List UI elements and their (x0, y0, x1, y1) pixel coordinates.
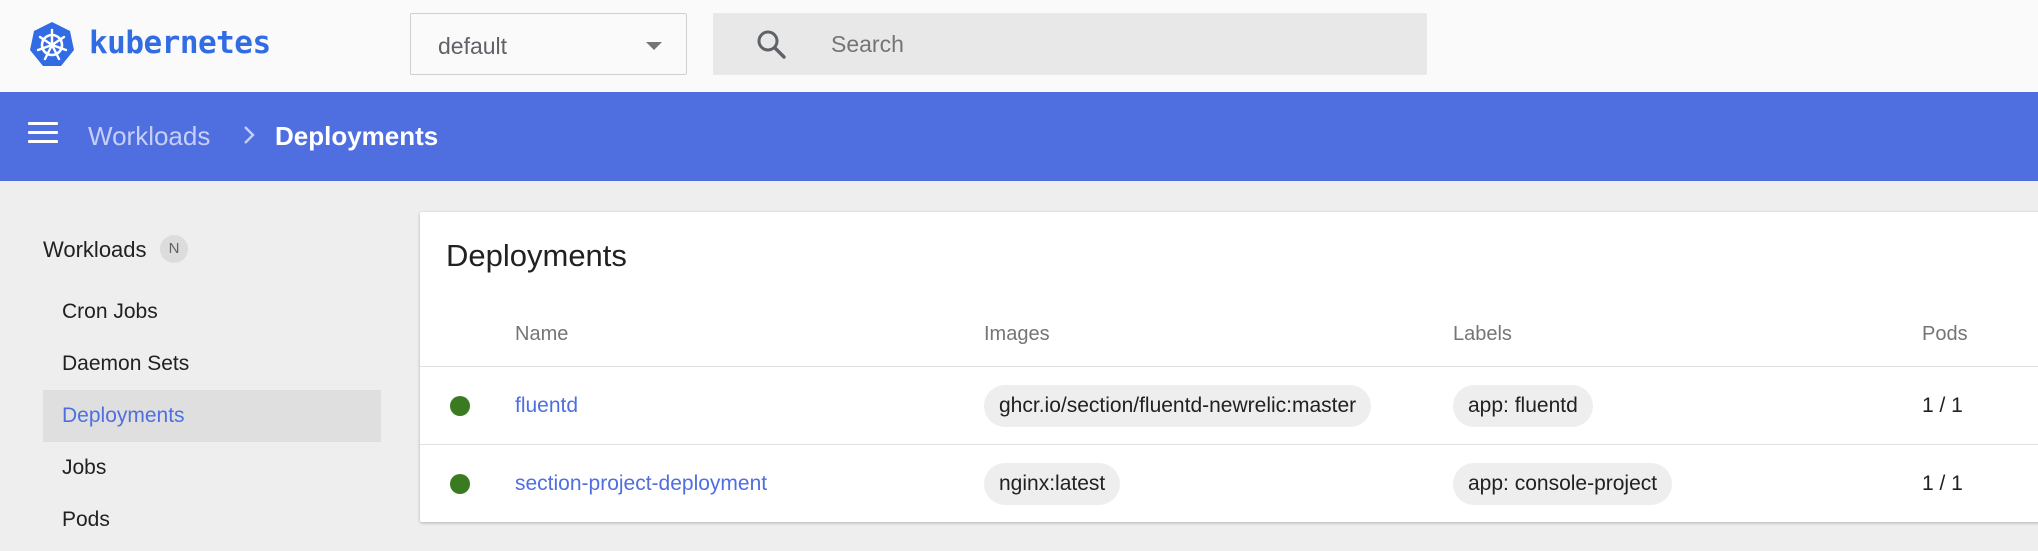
deployments-card: Deployments Name Images Labels Pods flue… (420, 212, 2038, 522)
chevron-down-icon (646, 42, 662, 50)
image-chip: nginx:latest (984, 463, 1121, 505)
image-chip: ghcr.io/section/fluentd-newrelic:master (984, 385, 1372, 427)
search-input[interactable] (831, 27, 1391, 61)
namespace-value: default (438, 33, 508, 59)
namespaced-badge: N (160, 235, 188, 263)
sidebar-item-jobs[interactable]: Jobs (43, 442, 381, 494)
sidebar-item-cron-jobs[interactable]: Cron Jobs (43, 286, 381, 338)
search-icon (757, 30, 786, 59)
column-header-images: Images (984, 323, 1050, 345)
pods-count: 1 / 1 (1922, 472, 1963, 495)
card-title: Deployments (446, 238, 627, 273)
label-chip: app: fluentd (1453, 385, 1593, 427)
namespace-select[interactable]: default (410, 13, 687, 75)
status-running-icon (450, 396, 470, 416)
sidebar-heading[interactable]: Workloads (43, 237, 147, 263)
sidebar-item-deployments[interactable]: Deployments (43, 390, 381, 442)
pods-count: 1 / 1 (1922, 394, 1963, 417)
column-header-labels: Labels (1453, 323, 1512, 345)
breadcrumb-current: Deployments (275, 121, 439, 151)
breadcrumb-workloads[interactable]: Workloads (88, 121, 210, 152)
brand-name[interactable]: kubernetes (89, 25, 271, 61)
chevron-right-icon (244, 126, 255, 144)
sidebar-item-pods[interactable]: Pods (43, 494, 381, 546)
column-header-name[interactable]: Name (515, 323, 568, 346)
kubernetes-logo-icon[interactable] (28, 20, 76, 68)
deployment-name-link[interactable]: section-project-deployment (515, 472, 767, 496)
deployment-name-link[interactable]: fluentd (515, 394, 578, 418)
sidebar-item-daemon-sets[interactable]: Daemon Sets (43, 338, 381, 390)
table-row: fluentd ghcr.io/section/fluentd-newrelic… (420, 366, 2038, 444)
table-row: section-project-deployment nginx:latest … (420, 444, 2038, 522)
search-box[interactable] (713, 13, 1427, 75)
page-header: Workloads Deployments (0, 92, 2038, 181)
status-running-icon (450, 474, 470, 494)
menu-icon[interactable] (28, 122, 58, 148)
column-header-pods: Pods (1922, 323, 1968, 345)
top-bar: kubernetes default (0, 0, 2038, 92)
label-chip: app: console-project (1453, 463, 1673, 505)
